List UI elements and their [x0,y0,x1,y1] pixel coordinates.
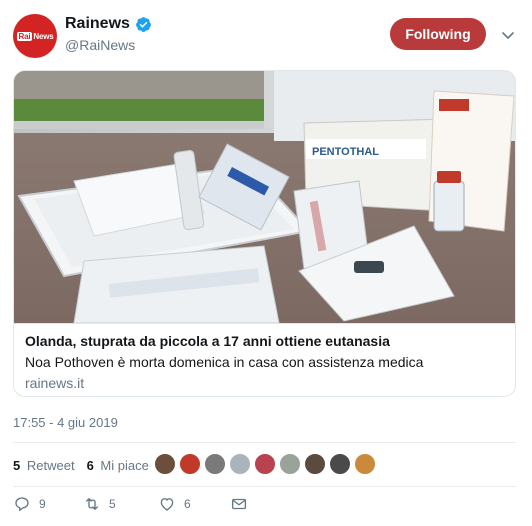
avatar[interactable]: Rai News [13,14,57,58]
chevron-down-icon[interactable] [500,27,516,43]
tweet-stats: 5 Retweet 6 Mi piace [13,448,161,482]
liker-avatar[interactable] [304,453,326,475]
following-button[interactable]: Following [390,18,486,50]
display-name[interactable]: Rainews [65,15,130,33]
retweets-stat[interactable]: 5 Retweet [13,458,75,473]
card-title[interactable]: Olanda, stuprata da piccola a 17 anni ot… [25,332,506,350]
heart-icon [160,498,174,511]
tweet-timestamp[interactable]: 17:55 - 4 giu 2019 [13,415,118,430]
card-image[interactable]: PENTOTHAL [14,71,516,323]
pentothal-label: PENTOTHAL [312,146,379,158]
dm-button[interactable] [230,495,248,513]
liker-avatars [154,453,379,475]
like-count: 6 [184,497,191,511]
liker-avatar[interactable] [154,453,176,475]
user-handle[interactable]: @RaiNews [65,37,135,53]
likes-stat[interactable]: 6 Mi piace [87,458,149,473]
likes-label: Mi piace [100,457,149,473]
tweet-header: Rai News Rainews @RaiNews Following [0,0,532,70]
rainews-logo: Rai News [16,31,54,41]
retweet-button[interactable]: 5 [83,495,116,513]
divider [13,442,516,443]
reply-button[interactable]: 9 [13,495,46,513]
likes-count: 6 [86,457,94,473]
retweets-label: Retweet [26,457,75,473]
liker-avatar[interactable] [204,453,226,475]
liker-avatar[interactable] [254,453,276,475]
name-row: Rainews [65,15,152,33]
verified-badge-icon [135,16,151,32]
liker-avatar[interactable] [354,453,376,475]
retweet-icon [86,498,98,510]
liker-avatar[interactable] [229,453,251,475]
reply-icon [15,497,29,512]
reply-count: 9 [39,497,46,511]
liker-avatar[interactable] [329,453,351,475]
card-domain: rainews.it [25,375,85,391]
card-description: Noa Pothoven è morta domenica in casa co… [25,354,424,370]
retweets-count: 5 [13,457,21,473]
link-card[interactable]: PENTOTHAL Olanda, stuprata da piccola a … [13,70,516,397]
liker-avatar[interactable] [179,453,201,475]
card-text[interactable]: Olanda, stuprata da piccola a 17 anni ot… [14,323,515,396]
like-button[interactable]: 6 [158,495,191,513]
liker-avatar[interactable] [279,453,301,475]
retweet-count: 5 [109,497,116,511]
divider [13,486,516,487]
envelope-icon [231,498,247,510]
tweet-actions: 9 5 6 [13,495,493,519]
